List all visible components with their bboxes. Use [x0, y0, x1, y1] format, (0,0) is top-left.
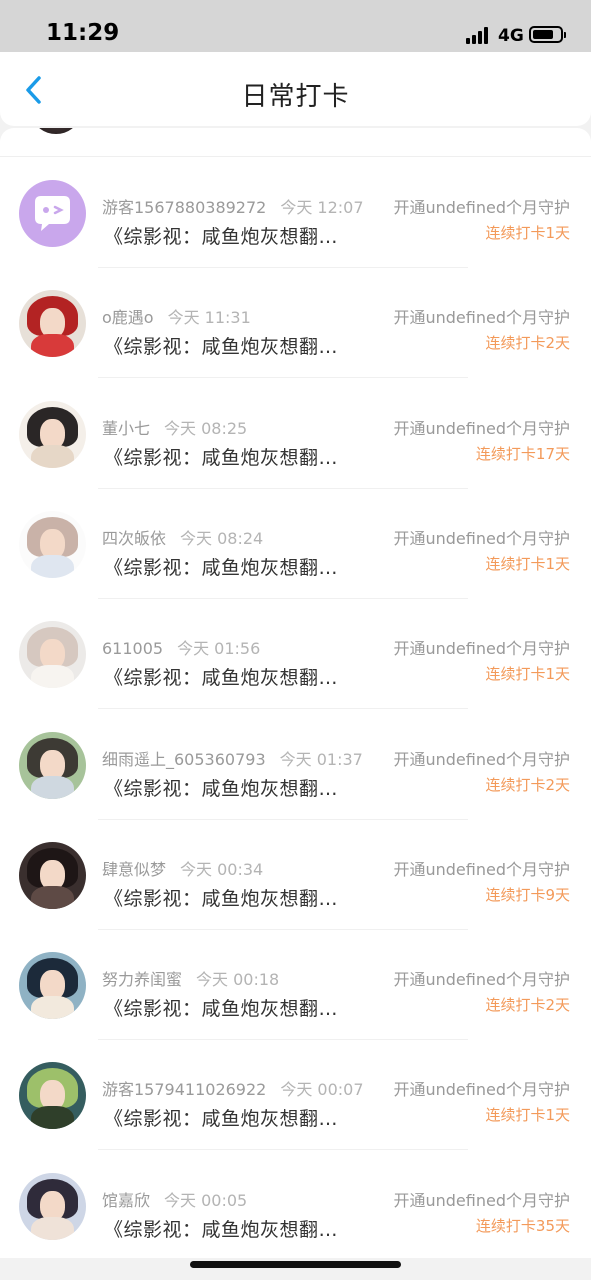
divider — [0, 156, 591, 157]
guard-status: 开通undefined个月守护 — [393, 859, 570, 879]
list-item[interactable]: 努力养闺蜜 今天 00:18 《综影视：咸鱼炮灰想翻… 开通undefined个月守护… — [0, 930, 591, 1041]
list-item[interactable]: 四次皈依 今天 08:24 《综影视：咸鱼炮灰想翻… 开通undefined个月守护连… — [0, 489, 591, 599]
guard-status: 开通undefined个月守护 — [393, 308, 570, 328]
username: 馆嘉欣 — [102, 1190, 151, 1210]
avatar[interactable] — [19, 1172, 86, 1240]
timestamp: 今天 08:25 — [164, 418, 248, 438]
book-title: 《综影视：咸鱼炮灰想翻… — [104, 998, 339, 1021]
username: o鹿遇o — [102, 308, 154, 328]
guard-status: 开通undefined个月守护 — [393, 970, 570, 990]
avatar[interactable] — [19, 841, 86, 909]
username: 游客1579411026922 — [102, 1080, 267, 1100]
page-title: 日常打卡 — [241, 82, 350, 112]
timestamp: 今天 12:07 — [280, 198, 364, 217]
list-item[interactable]: 游客1579411026922 今天 00:07 《综影视：咸鱼炮灰想翻… 开通und… — [0, 1040, 591, 1151]
avatar[interactable] — [19, 621, 86, 689]
chat-bubble-icon[interactable] — [19, 180, 86, 247]
nav-header: 日常打卡 — [0, 52, 591, 126]
avatar[interactable] — [19, 731, 86, 799]
username: 努力养闺蜜 — [102, 970, 183, 990]
avatar[interactable] — [19, 952, 86, 1020]
guard-status: 开通undefined个月守护 — [393, 1080, 570, 1100]
username: 细雨遥上_605360793 — [102, 749, 266, 769]
avatar[interactable] — [19, 510, 86, 578]
guard-status: 开通undefined个月守护 — [393, 1190, 570, 1210]
timestamp: 今天 00:18 — [196, 970, 280, 990]
timestamp: 今天 00:07 — [280, 1080, 364, 1100]
status-bar: 11:29 4G — [0, 0, 591, 52]
avatar — [34, 128, 78, 134]
streak-badge: 连续打卡1天 — [485, 224, 570, 242]
list-item[interactable]: 游客1567880389272 今天 12:07 《综影视：咸鱼炮灰想翻… 开通und… — [0, 158, 591, 268]
user-meta: 努力养闺蜜 今天 00:18 — [102, 966, 279, 990]
list-item[interactable]: 馆嘉欣 今天 00:05 《综影视：咸鱼炮灰想翻… 开通undefined个月守护连续… — [0, 1151, 591, 1258]
username: 肆意似梦 — [102, 859, 167, 879]
user-meta: 董小七 今天 08:25 — [102, 415, 247, 439]
book-title: 《综影视：咸鱼炮灰想翻… — [104, 446, 339, 469]
book-title: 《综影视：咸鱼炮灰想翻… — [104, 667, 339, 690]
user-meta: 细雨遥上_605360793 今天 01:37 — [102, 746, 363, 770]
book-title: 《综影视：咸鱼炮灰想翻… — [104, 1218, 339, 1241]
avatar[interactable] — [19, 1062, 86, 1130]
username: 游客1567880389272 — [102, 198, 267, 217]
book-title: 《综影视：咸鱼炮灰想翻… — [104, 887, 339, 910]
streak-badge: 连续打卡1天 — [485, 1106, 570, 1125]
home-indicator — [190, 1261, 401, 1268]
streak-badge: 连续打卡1天 — [485, 554, 570, 573]
user-meta: 611005 今天 01:56 — [102, 635, 260, 659]
user-meta: 游客1567880389272 今天 12:07 — [102, 194, 364, 218]
streak-badge: 连续打卡9天 — [485, 885, 570, 904]
guard-status: 开通undefined个月守护 — [393, 198, 570, 217]
battery-icon — [529, 26, 566, 43]
status-time: 11:29 — [46, 20, 120, 46]
streak-badge: 连续打卡2天 — [485, 334, 570, 353]
guard-status: 开通undefined个月守护 — [393, 749, 570, 769]
username: 四次皈依 — [102, 528, 167, 548]
user-meta: 四次皈依 今天 08:24 — [102, 525, 263, 549]
avatar[interactable] — [19, 400, 86, 468]
timestamp: 今天 00:34 — [180, 859, 264, 879]
streak-badge: 连续打卡2天 — [485, 775, 570, 794]
user-meta: 游客1579411026922 今天 00:07 — [102, 1076, 364, 1100]
username: 611005 — [102, 639, 164, 659]
guard-status: 开通undefined个月守护 — [393, 528, 570, 548]
streak-badge: 连续打卡17天 — [475, 444, 570, 463]
streak-badge: 连续打卡2天 — [485, 996, 570, 1015]
cellular-signal-icon — [466, 26, 492, 44]
guard-status: 开通undefined个月守护 — [393, 639, 570, 659]
list-item[interactable]: o鹿遇o 今天 11:31 《综影视：咸鱼炮灰想翻… 开通undefined个月守护连… — [0, 268, 591, 379]
timestamp: 今天 01:37 — [279, 749, 363, 769]
timestamp: 今天 00:05 — [164, 1190, 248, 1210]
streak-badge: 连续打卡1天 — [485, 665, 570, 684]
checkin-list[interactable]: 游客1567880389272 今天 12:07 《综影视：咸鱼炮灰想翻… 开通und… — [0, 128, 591, 1258]
list-item[interactable]: 董小七 今天 08:25 《综影视：咸鱼炮灰想翻… 开通undefined个月守护连续… — [0, 379, 591, 489]
timestamp: 今天 08:24 — [180, 528, 264, 548]
user-meta: 馆嘉欣 今天 00:05 — [102, 1187, 247, 1211]
list-item[interactable]: 细雨遥上_605360793 今天 01:37 《综影视：咸鱼炮灰想翻… 开通unde… — [0, 710, 591, 820]
user-meta: o鹿遇o 今天 11:31 — [102, 304, 251, 328]
list-item[interactable]: 611005 今天 01:56 《综影视：咸鱼炮灰想翻… 开通undefined个月守… — [0, 599, 591, 710]
network-type: 4G — [498, 26, 524, 46]
book-title: 《综影视：咸鱼炮灰想翻… — [104, 226, 339, 248]
user-meta: 肆意似梦 今天 00:34 — [102, 856, 263, 880]
timestamp: 今天 01:56 — [177, 639, 261, 659]
username: 董小七 — [102, 418, 151, 438]
streak-badge: 连续打卡35天 — [475, 1216, 570, 1235]
guard-status: 开通undefined个月守护 — [393, 418, 570, 438]
book-title: 《综影视：咸鱼炮灰想翻… — [104, 777, 339, 800]
avatar[interactable] — [19, 290, 86, 358]
list-item[interactable]: 肆意似梦 今天 00:34 《综影视：咸鱼炮灰想翻… 开通undefined个月守护连… — [0, 820, 591, 930]
book-title: 《综影视：咸鱼炮灰想翻… — [104, 556, 339, 579]
timestamp: 今天 11:31 — [167, 308, 251, 328]
book-title: 《综影视：咸鱼炮灰想翻… — [104, 1108, 339, 1131]
book-title: 《综影视：咸鱼炮灰想翻… — [104, 336, 339, 359]
